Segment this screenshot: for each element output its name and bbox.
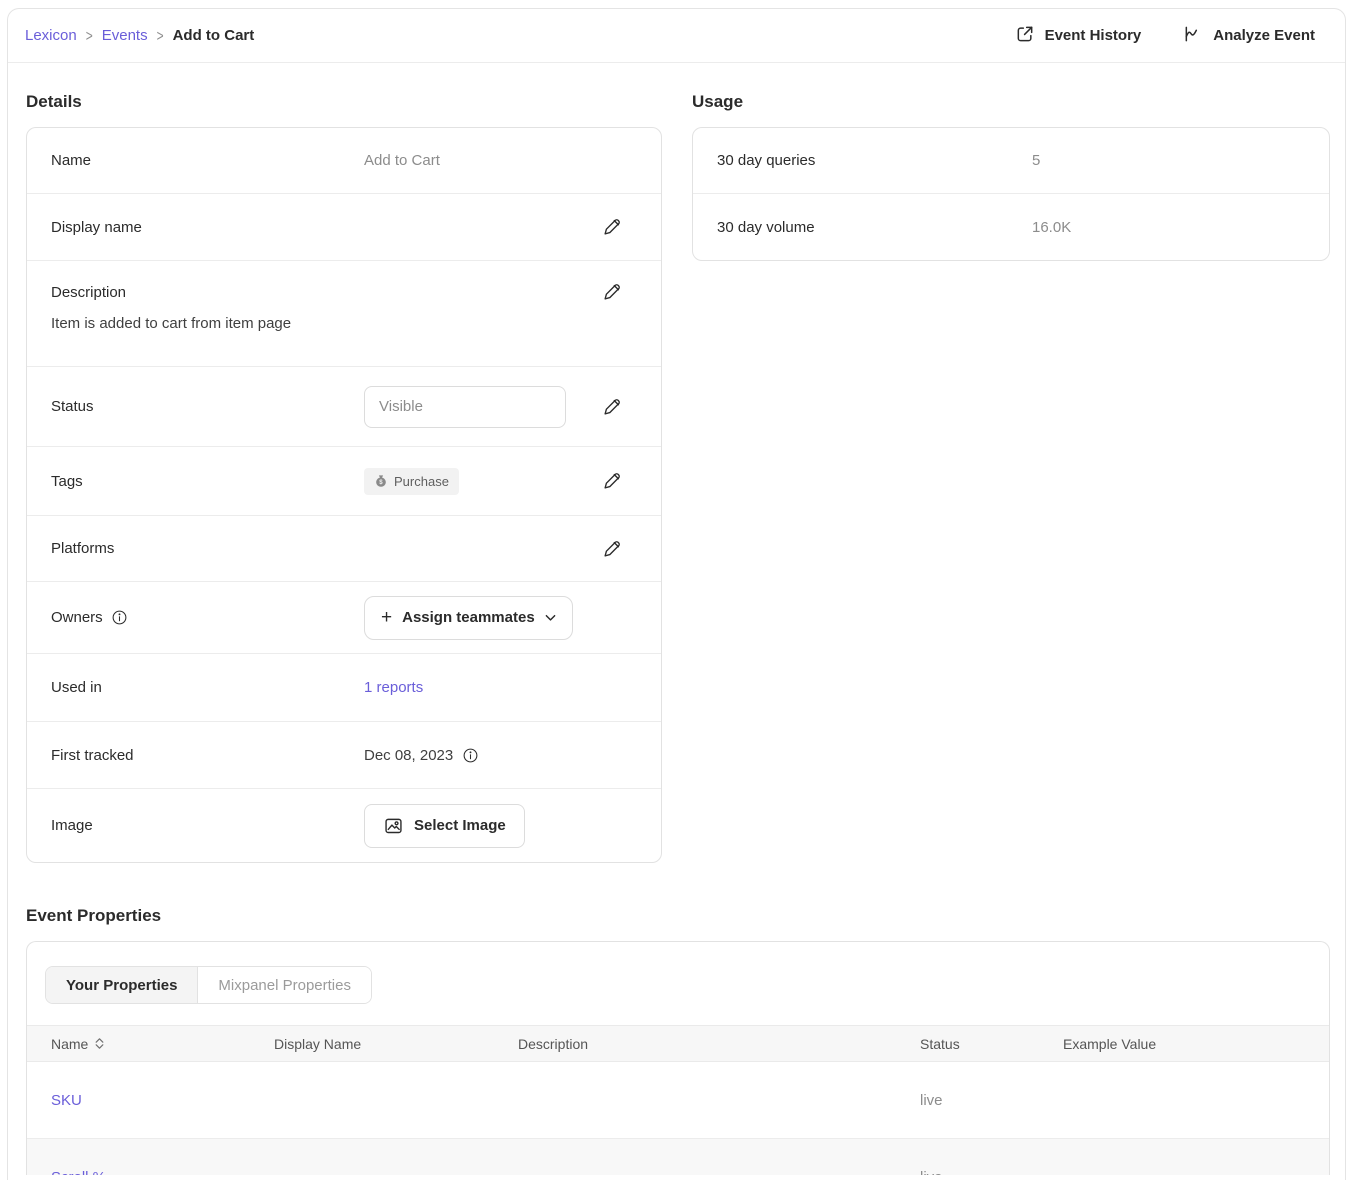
image-icon: [383, 815, 404, 836]
properties-table-header: Name Display Name Description Status Exa…: [27, 1025, 1329, 1062]
detail-row-status: Status: [27, 367, 661, 447]
pencil-icon: [601, 216, 623, 238]
edit-description-button[interactable]: [601, 281, 661, 303]
detail-row-tags: Tags $ Purchase: [27, 447, 661, 516]
usage-title: Usage: [692, 92, 1330, 112]
event-properties-title: Event Properties: [26, 906, 1330, 926]
pencil-icon: [601, 396, 623, 418]
app-panel: Lexicon > Events > Add to Cart Event His…: [7, 8, 1346, 1180]
chevron-right-icon: >: [157, 26, 164, 44]
chevron-down-icon: [545, 614, 556, 622]
topbar: Lexicon > Events > Add to Cart Event His…: [8, 9, 1345, 63]
edit-status-button[interactable]: [601, 396, 661, 418]
breadcrumb: Lexicon > Events > Add to Cart: [25, 27, 254, 44]
description-value: Item is added to cart from item page: [27, 313, 661, 332]
breadcrumb-events[interactable]: Events: [102, 27, 148, 44]
event-history-button[interactable]: Event History: [1015, 24, 1142, 48]
usage-row-volume: 30 day volume 16.0K: [693, 194, 1329, 260]
column-status: Status: [920, 1036, 1063, 1052]
tab-your-properties[interactable]: Your Properties: [46, 967, 198, 1003]
detail-row-used-in: Used in 1 reports: [27, 654, 661, 722]
description-label: Description: [27, 284, 364, 301]
analyze-event-button[interactable]: Analyze Event: [1183, 24, 1315, 48]
breadcrumb-lexicon[interactable]: Lexicon: [25, 27, 77, 44]
usage-card: 30 day queries 5 30 day volume 16.0K: [692, 127, 1330, 261]
info-icon[interactable]: [111, 609, 128, 626]
column-example-value: Example Value: [1063, 1036, 1329, 1052]
volume-value: 16.0K: [1032, 219, 1071, 236]
line-chart-icon: [1183, 24, 1203, 48]
owners-label: Owners: [51, 609, 103, 626]
used-in-label: Used in: [27, 679, 364, 696]
first-tracked-label: First tracked: [27, 747, 364, 764]
first-tracked-value: Dec 08, 2023: [364, 747, 453, 764]
money-bag-icon: $: [374, 474, 388, 488]
edit-platforms-button[interactable]: [601, 538, 661, 560]
table-row[interactable]: SKU live: [27, 1062, 1329, 1139]
queries-value: 5: [1032, 152, 1040, 169]
property-status: live: [920, 1169, 1063, 1176]
column-name[interactable]: Name: [51, 1036, 88, 1052]
volume-label: 30 day volume: [693, 219, 1032, 236]
image-label: Image: [27, 817, 364, 834]
tags-label: Tags: [27, 473, 364, 490]
details-card: Name Add to Cart Display name: [26, 127, 662, 863]
property-link[interactable]: SKU: [51, 1092, 82, 1109]
queries-label: 30 day queries: [693, 152, 1032, 169]
event-properties-card: Your Properties Mixpanel Properties Name…: [26, 941, 1330, 1175]
detail-row-owners: Owners +: [27, 582, 661, 654]
detail-row-description: Description Item is added to cart from i…: [27, 261, 661, 367]
info-icon[interactable]: [462, 747, 479, 764]
pencil-icon: [601, 538, 623, 560]
display-name-label: Display name: [27, 219, 364, 236]
name-label: Name: [27, 152, 364, 169]
detail-row-name: Name Add to Cart: [27, 128, 661, 194]
analyze-event-label: Analyze Event: [1213, 27, 1315, 44]
tab-mixpanel-properties[interactable]: Mixpanel Properties: [198, 967, 371, 1003]
detail-row-image: Image Select Image: [27, 789, 661, 862]
chevron-right-icon: >: [86, 26, 93, 44]
used-in-reports-link[interactable]: 1 reports: [364, 679, 423, 696]
property-link[interactable]: Scroll %: [51, 1169, 106, 1176]
detail-row-first-tracked: First tracked Dec 08, 2023: [27, 722, 661, 789]
tag-purchase[interactable]: $ Purchase: [364, 468, 459, 495]
usage-row-queries: 30 day queries 5: [693, 128, 1329, 194]
event-history-label: Event History: [1045, 27, 1142, 44]
external-link-icon: [1015, 24, 1035, 48]
sort-icon[interactable]: [95, 1038, 104, 1049]
detail-row-platforms: Platforms: [27, 516, 661, 582]
details-title: Details: [26, 92, 662, 112]
properties-tabs: Your Properties Mixpanel Properties: [45, 966, 372, 1004]
tag-label: Purchase: [394, 474, 449, 489]
platforms-label: Platforms: [27, 540, 364, 557]
detail-row-display-name: Display name: [27, 194, 661, 261]
breadcrumb-current: Add to Cart: [173, 27, 255, 44]
column-display-name: Display Name: [274, 1036, 518, 1052]
edit-display-name-button[interactable]: [601, 216, 661, 238]
property-status: live: [920, 1092, 1063, 1109]
select-image-label: Select Image: [414, 817, 506, 834]
plus-icon: +: [381, 607, 392, 629]
status-input[interactable]: [364, 386, 566, 428]
status-label: Status: [27, 398, 364, 415]
name-value: Add to Cart: [364, 152, 661, 169]
table-row[interactable]: Scroll % live: [27, 1139, 1329, 1175]
edit-tags-button[interactable]: [601, 470, 661, 492]
assign-teammates-button[interactable]: + Assign teammates: [364, 596, 573, 640]
pencil-icon: [601, 281, 623, 303]
assign-teammates-label: Assign teammates: [402, 609, 535, 626]
svg-text:$: $: [379, 479, 383, 486]
topbar-actions: Event History Analyze Event: [1015, 24, 1315, 48]
column-description: Description: [518, 1036, 920, 1052]
select-image-button[interactable]: Select Image: [364, 804, 525, 848]
pencil-icon: [601, 470, 623, 492]
